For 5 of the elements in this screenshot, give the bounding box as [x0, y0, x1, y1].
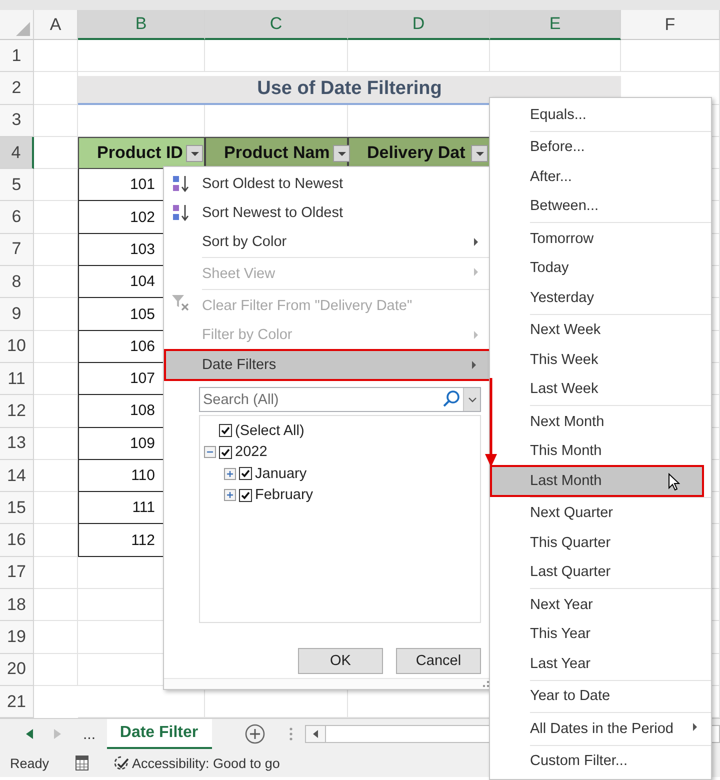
header-label: Product Nam	[224, 143, 330, 164]
sheet-title: Use of Date Filtering	[78, 76, 621, 105]
header-label: Product ID	[97, 143, 183, 164]
header-label: Delivery Dat	[367, 143, 466, 164]
status-text: Ready	[10, 756, 50, 771]
